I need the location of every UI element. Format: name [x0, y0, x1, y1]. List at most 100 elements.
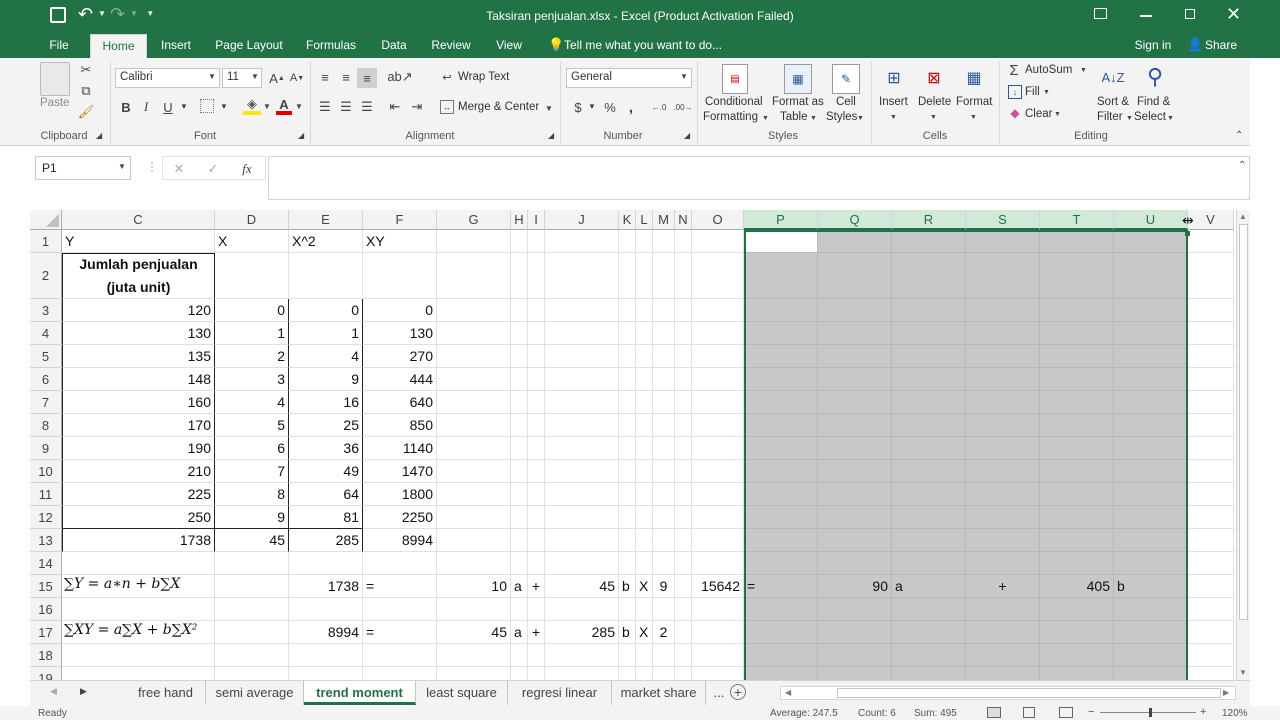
cell-k11[interactable] — [619, 483, 636, 506]
chevron-down-icon[interactable]: ▼ — [295, 102, 303, 111]
decrease-font-icon[interactable]: A ▼ — [288, 69, 306, 87]
cell-o2[interactable] — [692, 253, 744, 299]
cell-u4[interactable] — [1114, 322, 1188, 345]
cell-o7[interactable] — [692, 391, 744, 414]
cell-t19[interactable] — [1040, 667, 1114, 680]
cell-h5[interactable] — [511, 345, 528, 368]
cell-n14[interactable] — [675, 552, 692, 575]
cell-t16[interactable] — [1040, 598, 1114, 621]
cell-e8[interactable]: 25 — [289, 414, 363, 437]
cell-m10[interactable] — [653, 460, 675, 483]
cell-h6[interactable] — [511, 368, 528, 391]
column-header-u[interactable]: U — [1114, 210, 1188, 230]
cell-j18[interactable] — [545, 644, 619, 667]
cell-g13[interactable] — [437, 529, 511, 552]
row-header-3[interactable]: 3 — [30, 299, 62, 322]
cell-l14[interactable] — [636, 552, 653, 575]
cell-i11[interactable] — [528, 483, 545, 506]
cell-g15[interactable]: 10 — [437, 575, 511, 598]
zoom-slider[interactable] — [1100, 712, 1196, 713]
cell-h7[interactable] — [511, 391, 528, 414]
cell-k4[interactable] — [619, 322, 636, 345]
cell-g18[interactable] — [437, 644, 511, 667]
cell-h13[interactable] — [511, 529, 528, 552]
cell-u10[interactable] — [1114, 460, 1188, 483]
cell-j19[interactable] — [545, 667, 619, 680]
chevron-down-icon[interactable]: ▼ — [930, 114, 937, 121]
italic-button[interactable]: I — [138, 98, 154, 116]
cell-r7[interactable] — [892, 391, 966, 414]
column-header-c[interactable]: C — [62, 210, 215, 230]
cell-p18[interactable] — [744, 644, 818, 667]
cell-e2[interactable] — [289, 253, 363, 299]
undo-icon[interactable]: ↶ — [78, 4, 93, 25]
cell-n18[interactable] — [675, 644, 692, 667]
cell-j17[interactable]: 285 — [545, 621, 619, 644]
cell-m8[interactable] — [653, 414, 675, 437]
cell-l4[interactable] — [636, 322, 653, 345]
cell-k10[interactable] — [619, 460, 636, 483]
conditional-formatting-label-1[interactable]: Conditional — [705, 96, 763, 108]
cell-r1[interactable] — [892, 230, 966, 253]
row-header-13[interactable]: 13 — [30, 529, 62, 552]
cell-o17[interactable] — [692, 621, 744, 644]
cell-l6[interactable] — [636, 368, 653, 391]
cell-u5[interactable] — [1114, 345, 1188, 368]
cell-d15[interactable] — [215, 575, 289, 598]
cell-n12[interactable] — [675, 506, 692, 529]
cell-c18[interactable] — [62, 644, 215, 667]
row-header-14[interactable]: 14 — [30, 552, 62, 575]
chevron-down-icon[interactable]: ▼ — [118, 162, 126, 171]
chevron-down-icon[interactable]: ▼ — [1126, 115, 1133, 122]
sign-in-link[interactable]: Sign in — [1130, 32, 1176, 58]
more-sheets-button[interactable]: ... — [706, 681, 732, 705]
cell-p13[interactable] — [744, 529, 818, 552]
horizontal-scroll-thumb[interactable] — [837, 688, 1221, 698]
cell-f19[interactable] — [363, 667, 437, 680]
cell-f7[interactable]: 640 — [363, 391, 437, 414]
sheet-tab-least-square[interactable]: least square — [416, 681, 508, 705]
cell-g1[interactable] — [437, 230, 511, 253]
tell-me-search[interactable]: Tell me what you want to do... — [564, 32, 724, 58]
minimize-icon[interactable] — [1140, 15, 1152, 17]
cell-e4[interactable]: 1 — [289, 322, 363, 345]
cell-q19[interactable] — [818, 667, 892, 680]
fill-button[interactable]: Fill — [1025, 86, 1040, 98]
cell-i17[interactable]: + — [528, 621, 545, 644]
cell-m13[interactable] — [653, 529, 675, 552]
cell-s2[interactable] — [966, 253, 1040, 299]
cell-k14[interactable] — [619, 552, 636, 575]
cell-t14[interactable] — [1040, 552, 1114, 575]
sheet-tab-semi-average[interactable]: semi average — [206, 681, 304, 705]
cell-v1[interactable] — [1188, 230, 1234, 253]
cell-u13[interactable] — [1114, 529, 1188, 552]
cell-t7[interactable] — [1040, 391, 1114, 414]
cell-h17[interactable]: a — [511, 621, 528, 644]
cell-o12[interactable] — [692, 506, 744, 529]
zoom-in-icon[interactable]: + — [1200, 706, 1206, 718]
sheet-tab-trend-moment[interactable]: trend moment — [304, 681, 416, 705]
cell-s4[interactable] — [966, 322, 1040, 345]
cell-m6[interactable] — [653, 368, 675, 391]
cell-m18[interactable] — [653, 644, 675, 667]
cell-p5[interactable] — [744, 345, 818, 368]
scroll-left-icon[interactable]: ◀ — [785, 688, 791, 697]
cell-m2[interactable] — [653, 253, 675, 299]
cell-s13[interactable] — [966, 529, 1040, 552]
cell-t9[interactable] — [1040, 437, 1114, 460]
cell-j16[interactable] — [545, 598, 619, 621]
scroll-down-icon[interactable]: ▼ — [1239, 668, 1247, 677]
cell-r13[interactable] — [892, 529, 966, 552]
cell-t18[interactable] — [1040, 644, 1114, 667]
cell-d14[interactable] — [215, 552, 289, 575]
cell-u1[interactable] — [1114, 230, 1188, 253]
cell-f8[interactable]: 850 — [363, 414, 437, 437]
cell-u17[interactable] — [1114, 621, 1188, 644]
cell-n10[interactable] — [675, 460, 692, 483]
cell-d16[interactable] — [215, 598, 289, 621]
cell-c19[interactable] — [62, 667, 215, 680]
cell-s7[interactable] — [966, 391, 1040, 414]
cell-e9[interactable]: 36 — [289, 437, 363, 460]
undo-dropdown-icon[interactable]: ▼ — [98, 9, 106, 18]
cell-u3[interactable] — [1114, 299, 1188, 322]
